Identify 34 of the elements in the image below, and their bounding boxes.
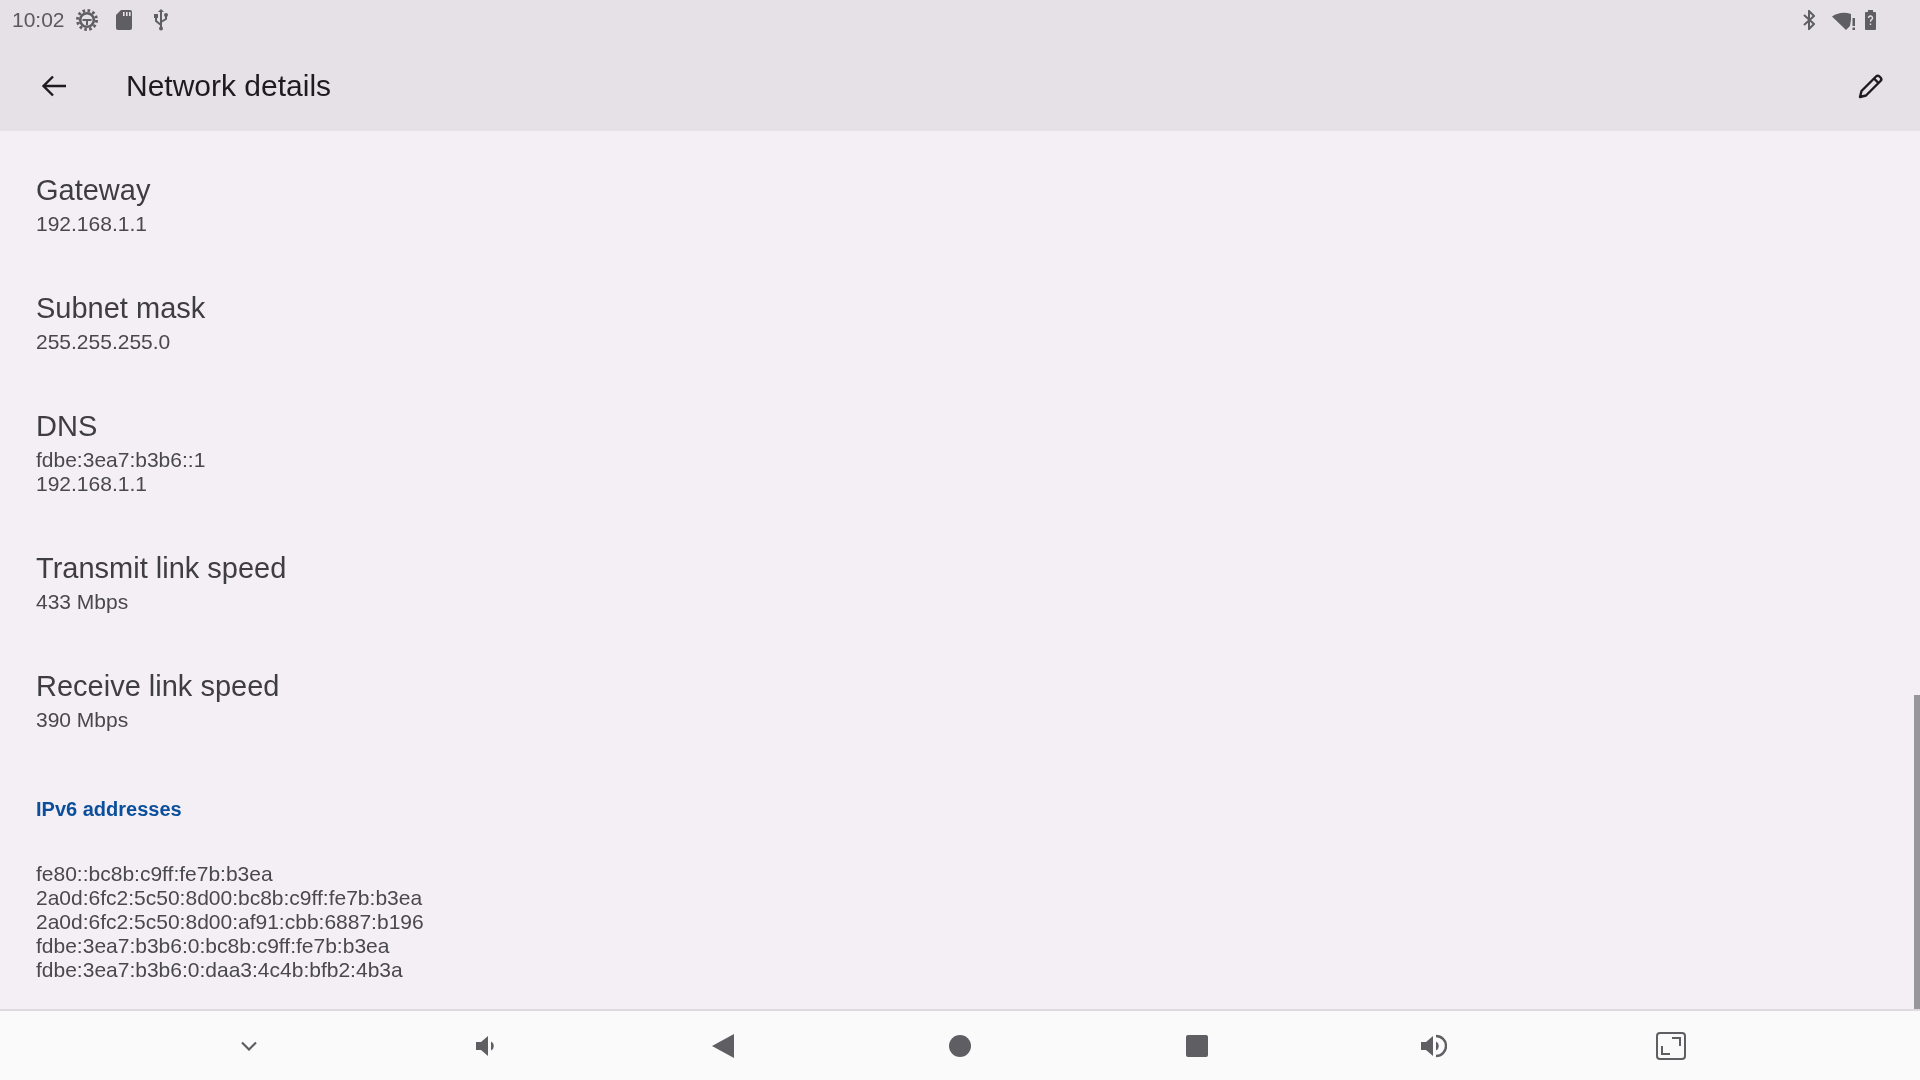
detail-label: Transmit link speed (36, 551, 287, 586)
bluetooth-icon (1803, 10, 1815, 30)
usb-icon (153, 9, 168, 31)
detail-label: Receive link speed (36, 669, 280, 704)
detail-value: 433 Mbps (36, 590, 129, 614)
detail-value: 390 Mbps (36, 708, 129, 732)
section-heading: IPv6 addresses (36, 797, 182, 821)
detail-value: 192.168.1.1 (36, 212, 147, 236)
sd-card-icon (115, 10, 132, 30)
gear-icon (75, 9, 98, 31)
home-circle-icon[interactable] (949, 1034, 971, 1057)
detail-label: Subnet mask (36, 291, 206, 326)
detail-value: 192.168.1.1 (36, 472, 147, 496)
wifi-alert-icon (1832, 10, 1856, 30)
ipv6-address: 2a0d:6fc2:5c50:8d00:af91:cbb:6887:b196 (36, 910, 424, 934)
volume-down-icon[interactable] (476, 1034, 496, 1057)
frame-corners-icon[interactable] (1656, 1031, 1686, 1060)
detail-label: Gateway (36, 173, 151, 208)
ipv6-address: fe80::bc8b:c9ff:fe7b:b3ea (36, 862, 273, 886)
back-triangle-icon[interactable] (712, 1033, 734, 1058)
volume-up-icon[interactable] (1421, 1033, 1447, 1058)
battery-unknown-icon (1865, 10, 1876, 30)
ipv6-address: fdbe:3ea7:b3b6:0:bc8b:c9ff:fe7b:b3ea (36, 934, 390, 958)
screen-title: Network details (126, 67, 332, 104)
detail-value: fdbe:3ea7:b3b6::1 (36, 448, 206, 472)
back-arrow-icon[interactable] (42, 74, 66, 97)
status-time: 10:02 (12, 8, 65, 32)
ipv6-address: 2a0d:6fc2:5c50:8d00:bc8b:c9ff:fe7b:b3ea (36, 886, 423, 910)
detail-label: DNS (36, 409, 98, 444)
square-icon[interactable] (1186, 1034, 1208, 1057)
ipv6-address: fdbe:3ea7:b3b6:0:daa3:4c4b:bfb2:4b3a (36, 958, 403, 982)
detail-value: 255.255.255.0 (36, 330, 171, 354)
chevron-down-icon[interactable] (241, 1040, 257, 1051)
pencil-icon[interactable] (1858, 72, 1884, 99)
